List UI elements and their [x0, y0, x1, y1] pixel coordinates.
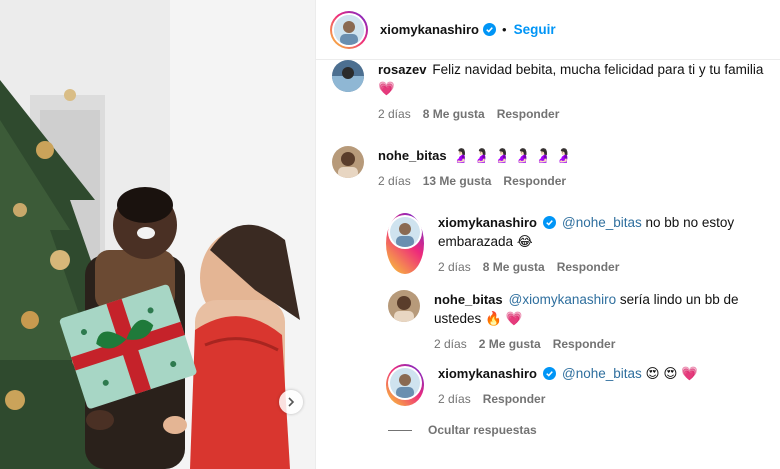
reply-meta: 2 días 2 Me gusta Responder	[434, 337, 774, 351]
reply-time[interactable]: 2 días	[434, 337, 467, 351]
verified-badge-icon	[543, 367, 556, 380]
reply-item: nohe_bitas @xiomykanashiro sería lindo un…	[388, 290, 774, 351]
reply-emoji: 😂	[516, 234, 533, 249]
reply-button[interactable]: Responder	[483, 392, 546, 406]
reply-username[interactable]: nohe_bitas	[434, 292, 503, 307]
reply-button[interactable]: Responder	[503, 174, 566, 188]
avatar	[334, 14, 364, 45]
reply-button[interactable]: Responder	[553, 337, 616, 351]
reply-button[interactable]: Responder	[557, 260, 620, 274]
comment-username[interactable]: nohe_bitas	[378, 148, 447, 163]
reply-username[interactable]: xiomykanashiro	[438, 366, 537, 381]
reply-text: nohe_bitas @xiomykanashiro sería lindo un…	[434, 290, 774, 328]
comment-time[interactable]: 2 días	[378, 107, 411, 121]
avatar	[390, 368, 420, 398]
reply-button[interactable]: Responder	[497, 107, 560, 121]
reply-emoji: 😍 😍 💗	[645, 366, 698, 381]
avatar[interactable]	[332, 60, 364, 92]
comment-meta: 2 días 13 Me gusta Responder	[378, 174, 768, 188]
header-separator: •	[502, 22, 507, 37]
follow-button[interactable]: Seguir	[514, 22, 556, 37]
post-header: xiomykanashiro • Seguir	[316, 0, 780, 60]
comment-text: nohe_bitas 🤰🏻 🤰🏻 🤰🏻 🤰🏻 🤰🏻 🤰🏻	[378, 146, 768, 165]
comment-emoji: 💗	[378, 81, 395, 96]
reply-text: xiomykanashiro @nohe_bitas 😍 😍 💗	[438, 364, 758, 383]
reply-username[interactable]: xiomykanashiro	[438, 215, 537, 230]
reply-item: xiomykanashiro @nohe_bitas 😍 😍 💗 2 días R…	[386, 364, 758, 406]
reply-avatar-ring[interactable]	[386, 364, 424, 406]
carousel-next-button[interactable]	[279, 390, 303, 414]
mention-link[interactable]: @xiomykanashiro	[509, 292, 617, 307]
comment-likes[interactable]: 8 Me gusta	[423, 107, 485, 121]
avatar[interactable]	[388, 290, 420, 322]
reply-likes[interactable]: 8 Me gusta	[483, 260, 545, 274]
reply-emoji: 🔥 💗	[485, 311, 523, 326]
post-image	[0, 0, 315, 469]
comment-emoji: 🤰🏻 🤰🏻 🤰🏻 🤰🏻 🤰🏻 🤰🏻	[452, 148, 573, 163]
comment-text: rosazev Feliz navidad bebita, mucha felic…	[378, 60, 768, 98]
author-avatar-ring[interactable]	[330, 10, 368, 49]
author-username[interactable]: xiomykanashiro	[380, 22, 479, 37]
comment-item: rosazev Feliz navidad bebita, mucha felic…	[332, 60, 768, 121]
comment-meta: 2 días 8 Me gusta Responder	[378, 107, 768, 121]
reply-text: xiomykanashiro @nohe_bitas no bb no estoy…	[438, 213, 758, 251]
comments-panel: xiomykanashiro • Seguir rosazev Feliz nav…	[315, 0, 780, 469]
reply-time[interactable]: 2 días	[438, 260, 471, 274]
verified-badge-icon	[483, 23, 496, 36]
chevron-right-icon	[288, 397, 295, 407]
reply-avatar-ring[interactable]	[386, 213, 424, 274]
hide-replies-button[interactable]: Ocultar respuestas	[388, 423, 537, 437]
comment-item: nohe_bitas 🤰🏻 🤰🏻 🤰🏻 🤰🏻 🤰🏻 🤰🏻 2 días 13 Me…	[332, 146, 768, 188]
reply-meta: 2 días 8 Me gusta Responder	[438, 260, 758, 274]
verified-badge-icon	[543, 216, 556, 229]
reply-meta: 2 días Responder	[438, 392, 758, 406]
avatar	[390, 217, 420, 247]
mention-link[interactable]: @nohe_bitas	[562, 215, 642, 230]
comment-username[interactable]: rosazev	[378, 62, 426, 77]
hide-replies-label: Ocultar respuestas	[428, 423, 537, 437]
hide-replies-divider	[388, 429, 412, 431]
reply-likes[interactable]: 2 Me gusta	[479, 337, 541, 351]
avatar[interactable]	[332, 146, 364, 178]
reply-item: xiomykanashiro @nohe_bitas no bb no estoy…	[386, 213, 758, 274]
comment-time[interactable]: 2 días	[378, 174, 411, 188]
mention-link[interactable]: @nohe_bitas	[562, 366, 642, 381]
reply-time[interactable]: 2 días	[438, 392, 471, 406]
comment-likes[interactable]: 13 Me gusta	[423, 174, 492, 188]
comment-message: Feliz navidad bebita, mucha felicidad pa…	[432, 62, 764, 77]
post-photo	[0, 0, 315, 469]
